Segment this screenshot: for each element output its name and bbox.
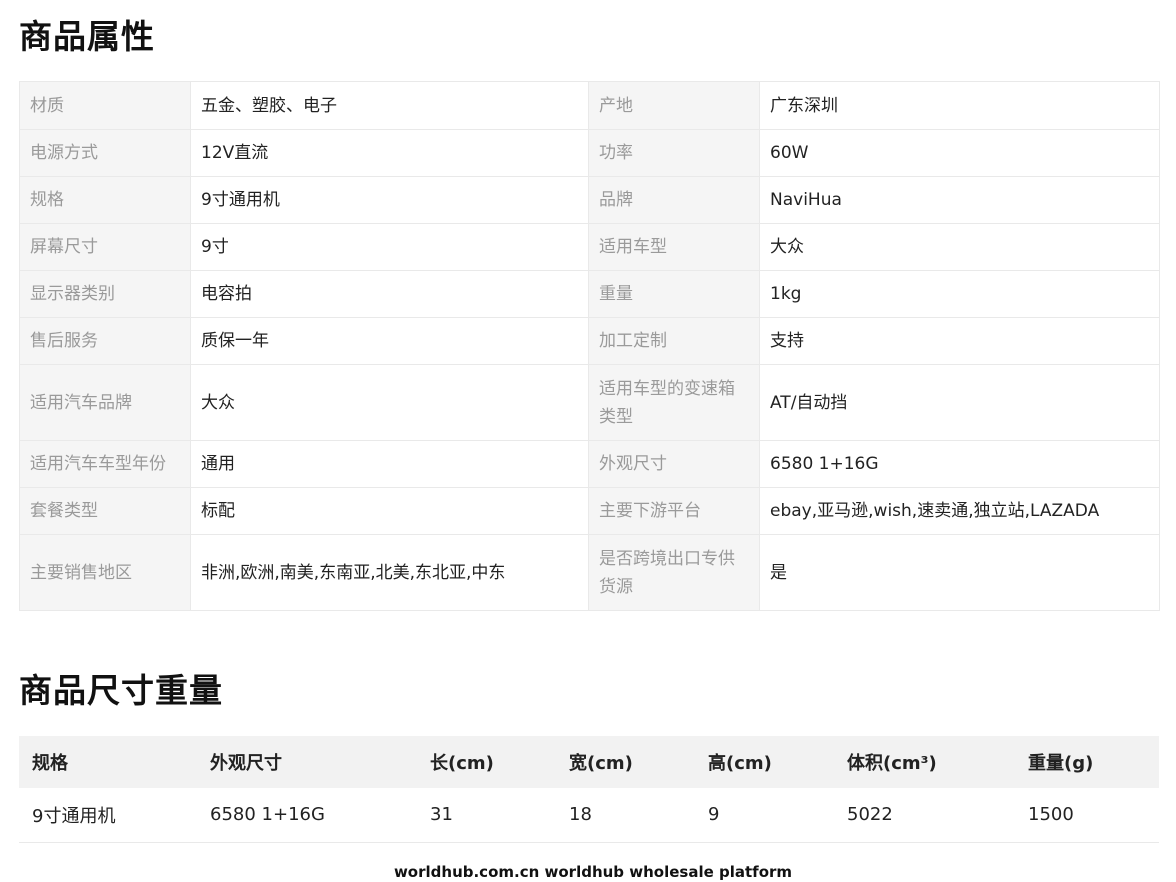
attribute-value: NaviHua	[759, 176, 1160, 224]
attribute-key: 是否跨境出口专供货源	[588, 534, 760, 611]
attribute-key: 规格	[19, 176, 191, 224]
dimensions-cell: 31	[417, 788, 556, 843]
attribute-value: 大众	[759, 223, 1160, 271]
attribute-value: AT/自动挡	[759, 364, 1160, 441]
dimensions-column-header: 高(cm)	[695, 736, 834, 788]
attributes-table-body: 材质 五金、塑胶、电子 产地 广东深圳 电源方式 12V直流 功率 60W 规格 9寸通用机 品牌 N…	[19, 81, 1160, 611]
attribute-row: 电源方式 12V直流 功率 60W	[19, 129, 1160, 177]
attribute-key: 显示器类别	[19, 270, 191, 318]
attribute-value: 五金、塑胶、电子	[190, 81, 589, 130]
attribute-key: 产地	[588, 81, 760, 130]
attribute-value: 9寸	[190, 223, 589, 271]
attribute-value: 是	[759, 534, 1160, 611]
attribute-key: 功率	[588, 129, 760, 177]
attribute-value: 广东深圳	[759, 81, 1160, 130]
dimensions-column-header: 外观尺寸	[197, 736, 417, 788]
dimensions-column-header: 体积(cm³)	[834, 736, 1015, 788]
attribute-value: 6580 1+16G	[759, 440, 1160, 488]
attribute-row: 套餐类型 标配 主要下游平台 ebay,亚马逊,wish,速卖通,独立站,LAZADA	[19, 487, 1160, 535]
attribute-value: 电容拍	[190, 270, 589, 318]
attribute-key: 材质	[19, 81, 191, 130]
dimensions-cell: 18	[556, 788, 695, 843]
attribute-value: 1kg	[759, 270, 1160, 318]
attribute-value: 通用	[190, 440, 589, 488]
page: 商品属性 材质 五金、塑胶、电子 产地 广东深圳 电源方式 12V直流 功率 60W 规格 9寸通…	[0, 0, 1176, 882]
attribute-row: 售后服务 质保一年 加工定制 支持	[19, 317, 1160, 365]
attribute-row: 显示器类别 电容拍 重量 1kg	[19, 270, 1160, 318]
dimensions-section-title: 商品尺寸重量	[19, 671, 223, 710]
attribute-key: 电源方式	[19, 129, 191, 177]
attribute-value: 质保一年	[190, 317, 589, 365]
attribute-value: ebay,亚马逊,wish,速卖通,独立站,LAZADA	[759, 487, 1160, 535]
attribute-key: 适用汽车车型年份	[19, 440, 191, 488]
attribute-key: 重量	[588, 270, 760, 318]
dimensions-cell: 9寸通用机	[19, 788, 197, 843]
attribute-row: 适用汽车品牌 大众 适用车型的变速箱类型 AT/自动挡	[19, 364, 1160, 441]
attribute-value: 标配	[190, 487, 589, 535]
dimensions-column-header: 重量(g)	[1015, 736, 1159, 788]
attribute-key: 适用车型的变速箱类型	[588, 364, 760, 441]
attribute-value: 9寸通用机	[190, 176, 589, 224]
attribute-key: 适用汽车品牌	[19, 364, 191, 441]
attribute-value: 12V直流	[190, 129, 589, 177]
attribute-key: 外观尺寸	[588, 440, 760, 488]
attribute-value: 60W	[759, 129, 1160, 177]
attribute-key: 售后服务	[19, 317, 191, 365]
attribute-key: 主要下游平台	[588, 487, 760, 535]
attribute-key: 品牌	[588, 176, 760, 224]
attributes-section-title: 商品属性	[19, 17, 155, 56]
attributes-table: 材质 五金、塑胶、电子 产地 广东深圳 电源方式 12V直流 功率 60W 规格 9寸通用机 品牌 N…	[19, 81, 1160, 611]
dimensions-row: 9寸通用机 6580 1+16G 31 18 9 5022 1500	[19, 788, 1159, 843]
attribute-key: 主要销售地区	[19, 534, 191, 611]
attribute-value: 大众	[190, 364, 589, 441]
dimensions-table-body: 9寸通用机 6580 1+16G 31 18 9 5022 1500	[19, 788, 1159, 843]
attribute-key: 套餐类型	[19, 487, 191, 535]
footer-watermark: worldhub.com.cn worldhub wholesale platf…	[393, 863, 793, 881]
dimensions-column-header: 规格	[19, 736, 197, 788]
attribute-row: 主要销售地区 非洲,欧洲,南美,东南亚,北美,东北亚,中东 是否跨境出口专供货源是	[19, 534, 1160, 611]
attribute-row: 适用汽车车型年份 通用 外观尺寸 6580 1+16G	[19, 440, 1160, 488]
attribute-value: 支持	[759, 317, 1160, 365]
attribute-key: 适用车型	[588, 223, 760, 271]
attribute-row: 材质 五金、塑胶、电子 产地 广东深圳	[19, 81, 1160, 130]
dimensions-table-header: 规格 外观尺寸 长(cm) 宽(cm) 高(cm) 体积(cm³) 重量(g)	[19, 736, 1159, 788]
dimensions-cell: 1500	[1015, 788, 1159, 843]
dimensions-cell: 9	[695, 788, 834, 843]
attribute-key: 加工定制	[588, 317, 760, 365]
dimensions-column-header: 长(cm)	[417, 736, 556, 788]
attribute-row: 规格 9寸通用机 品牌 NaviHua	[19, 176, 1160, 224]
dimensions-cell: 5022	[834, 788, 1015, 843]
attribute-key: 屏幕尺寸	[19, 223, 191, 271]
dimensions-table: 规格 外观尺寸 长(cm) 宽(cm) 高(cm) 体积(cm³) 重量(g) 9寸通用机 6…	[19, 736, 1159, 843]
attribute-value: 非洲,欧洲,南美,东南亚,北美,东北亚,中东	[190, 534, 589, 611]
attribute-row: 屏幕尺寸 9寸 适用车型 大众	[19, 223, 1160, 271]
dimensions-cell: 6580 1+16G	[197, 788, 417, 843]
dimensions-column-header: 宽(cm)	[556, 736, 695, 788]
